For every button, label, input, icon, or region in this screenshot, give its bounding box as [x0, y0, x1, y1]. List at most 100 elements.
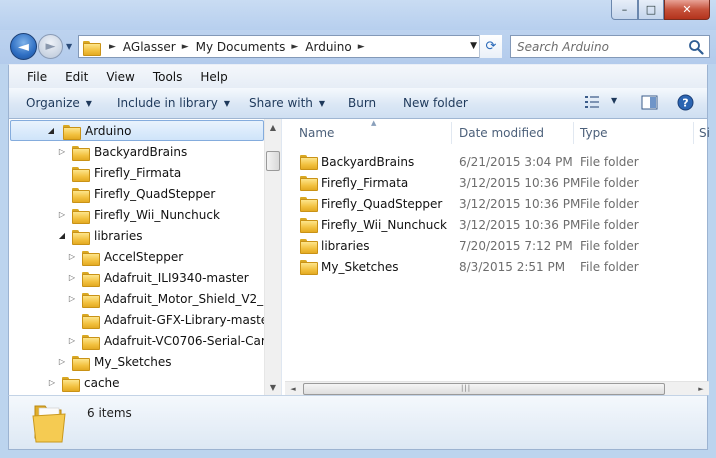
- address-bar[interactable]: ► AGlasser ► My Documents ► Arduino ► ▼: [78, 35, 502, 58]
- tree-item-backyardbrains[interactable]: ▷ BackyardBrains: [56, 141, 187, 162]
- folder-icon: [83, 40, 101, 56]
- file-date: 3/12/2015 10:36 PM: [459, 217, 581, 232]
- file-row[interactable]: Firefly_QuadStepper 3/12/2015 10:36 PM F…: [285, 193, 709, 214]
- tree-item-libraries[interactable]: ◢ libraries: [56, 225, 142, 246]
- collapsed-arrow-icon[interactable]: ▷: [56, 357, 68, 366]
- file-list: ▲ Name Date modified Type Si BackyardBra…: [285, 119, 709, 381]
- maximize-button[interactable]: □: [638, 0, 664, 20]
- tree-item-firefly-quadstepper[interactable]: Firefly_QuadStepper: [56, 183, 215, 204]
- collapsed-arrow-icon[interactable]: ▷: [56, 210, 68, 219]
- menu-file[interactable]: File: [17, 68, 55, 86]
- pane-splitter[interactable]: [281, 119, 284, 395]
- scroll-right-arrow[interactable]: ►: [693, 382, 709, 395]
- back-button[interactable]: ◄: [10, 33, 37, 60]
- tree-item-label: My_Sketches: [94, 354, 172, 369]
- breadcrumb-separator[interactable]: ►: [358, 42, 365, 52]
- scrollbar-thumb[interactable]: [266, 151, 280, 171]
- forward-button[interactable]: ►: [38, 34, 63, 59]
- file-date: 3/12/2015 10:36 PM: [459, 175, 581, 190]
- collapsed-arrow-icon[interactable]: ▷: [46, 378, 58, 387]
- folder-icon: [72, 208, 90, 224]
- organize-button[interactable]: Organize ▼: [26, 96, 92, 110]
- file-row[interactable]: BackyardBrains 6/21/2015 3:04 PM File fo…: [285, 151, 709, 172]
- help-button[interactable]: ?: [677, 94, 694, 114]
- expanded-arrow-icon[interactable]: ◢: [56, 231, 68, 240]
- column-header-label: Name: [299, 125, 335, 140]
- include-in-library-button[interactable]: Include in library ▼: [117, 96, 230, 110]
- collapsed-arrow-icon[interactable]: ▷: [66, 336, 78, 345]
- search-input[interactable]: [511, 36, 687, 57]
- collapsed-arrow-icon[interactable]: ▷: [56, 147, 68, 156]
- preview-pane-button[interactable]: [641, 94, 658, 114]
- breadcrumb-arduino[interactable]: Arduino: [305, 40, 351, 54]
- search-box[interactable]: [510, 35, 710, 58]
- scrollbar-thumb[interactable]: [303, 383, 665, 395]
- menu-edit[interactable]: Edit: [55, 68, 96, 86]
- history-dropdown[interactable]: ▼: [66, 42, 72, 51]
- tree-item-my-sketches[interactable]: ▷ My_Sketches: [56, 351, 172, 372]
- breadcrumb-separator[interactable]: ►: [291, 42, 298, 52]
- collapsed-arrow-icon[interactable]: ▷: [66, 252, 78, 261]
- tree-item-adafruit-ili9340[interactable]: ▷ Adafruit_ILI9340-master: [66, 267, 249, 288]
- address-dropdown[interactable]: ▼: [470, 41, 477, 51]
- change-view-button[interactable]: [584, 94, 600, 113]
- new-folder-button[interactable]: New folder: [403, 96, 468, 110]
- breadcrumb-aglasser[interactable]: AGlasser: [123, 40, 176, 54]
- menu-help[interactable]: Help: [190, 68, 235, 86]
- expanded-arrow-icon[interactable]: ◢: [45, 126, 57, 135]
- item-count: 6 items: [87, 406, 132, 420]
- refresh-icon: ⟳: [485, 39, 497, 54]
- column-header-date-modified[interactable]: Date modified: [459, 119, 571, 146]
- file-row[interactable]: My_Sketches 8/3/2015 2:51 PM File folder: [285, 256, 709, 277]
- file-date: 3/12/2015 10:36 PM: [459, 196, 581, 211]
- column-header-type[interactable]: Type: [580, 119, 690, 146]
- file-row[interactable]: Firefly_Wii_Nunchuck 3/12/2015 10:36 PM …: [285, 214, 709, 235]
- window-controls: – □ ✕: [611, 0, 710, 20]
- tree-item-firefly-firmata[interactable]: Firefly_Firmata: [56, 162, 181, 183]
- menu-view[interactable]: View: [96, 68, 142, 86]
- column-divider[interactable]: [693, 122, 694, 144]
- folder-icon: [62, 376, 80, 392]
- file-type: File folder: [580, 238, 639, 253]
- burn-button[interactable]: Burn: [348, 96, 376, 110]
- breadcrumb-separator[interactable]: ►: [109, 42, 116, 52]
- horizontal-scrollbar[interactable]: ◄ ||| ►: [285, 381, 709, 395]
- tree-item-adafruit-gfx[interactable]: Adafruit-GFX-Library-master: [66, 309, 264, 330]
- search-icon[interactable]: [688, 39, 704, 55]
- collapsed-arrow-icon[interactable]: ▷: [66, 273, 78, 282]
- column-header-label: Si: [699, 125, 709, 140]
- tree-item-accelstepper[interactable]: ▷ AccelStepper: [66, 246, 183, 267]
- column-header-size[interactable]: Si: [699, 119, 709, 146]
- file-name: My_Sketches: [321, 259, 399, 274]
- folder-icon: [82, 292, 100, 308]
- scroll-left-arrow[interactable]: ◄: [285, 382, 301, 395]
- refresh-button[interactable]: ⟳: [479, 35, 502, 58]
- folder-icon: [300, 196, 318, 212]
- breadcrumb-separator[interactable]: ►: [182, 42, 189, 52]
- chevron-down-icon: ▼: [223, 98, 231, 108]
- scroll-up-arrow[interactable]: ▲: [265, 119, 281, 135]
- file-row[interactable]: Firefly_Firmata 3/12/2015 10:36 PM File …: [285, 172, 709, 193]
- scroll-down-arrow[interactable]: ▼: [265, 379, 281, 395]
- column-divider[interactable]: [451, 122, 452, 144]
- close-button[interactable]: ✕: [664, 0, 710, 20]
- file-type: File folder: [580, 217, 639, 232]
- file-name: BackyardBrains: [321, 154, 415, 169]
- minimize-button[interactable]: –: [611, 0, 638, 20]
- column-header-name[interactable]: Name: [299, 119, 449, 146]
- view-options-dropdown[interactable]: ▼: [611, 96, 617, 105]
- navigation-scrollbar[interactable]: ▲ ▼: [264, 119, 281, 395]
- menu-tools[interactable]: Tools: [143, 68, 191, 86]
- share-with-button[interactable]: Share with ▼: [249, 96, 325, 110]
- breadcrumb-my-documents[interactable]: My Documents: [196, 40, 286, 54]
- tree-item-arduino[interactable]: ◢ Arduino: [10, 120, 264, 141]
- file-row[interactable]: libraries 7/20/2015 7:12 PM File folder: [285, 235, 709, 256]
- tree-item-adafruit-motor-shield[interactable]: ▷ Adafruit_Motor_Shield_V2_Library: [66, 288, 264, 309]
- collapsed-arrow-icon[interactable]: ▷: [66, 294, 78, 303]
- file-date: 8/3/2015 2:51 PM: [459, 259, 566, 274]
- column-divider[interactable]: [573, 122, 574, 144]
- chevron-down-icon: ▼: [611, 96, 618, 105]
- tree-item-adafruit-vc0706[interactable]: ▷ Adafruit-VC0706-Serial-Camera: [66, 330, 264, 351]
- tree-item-firefly-wii-nunchuck[interactable]: ▷ Firefly_Wii_Nunchuck: [56, 204, 220, 225]
- tree-item-cache[interactable]: ▷ cache: [46, 372, 120, 393]
